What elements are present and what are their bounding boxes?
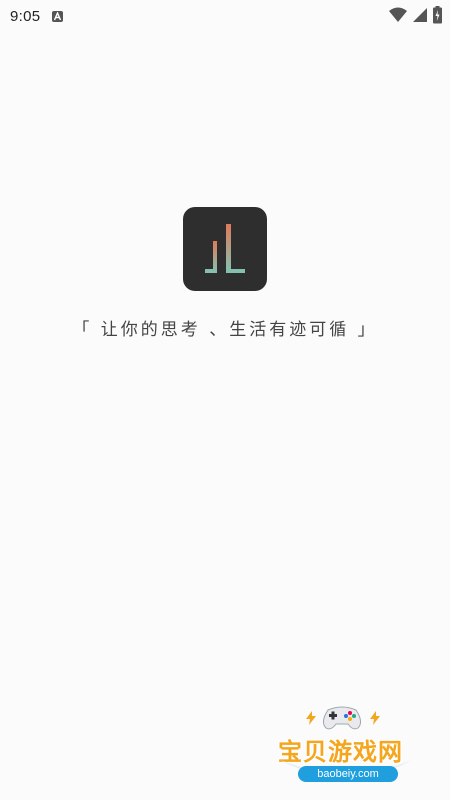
watermark-url: baobeiy.com <box>317 768 379 780</box>
splash-screen: 9:05 「 让你的思考 、生活有迹可循 」 宝贝游戏网 baobeiy.com <box>0 0 450 800</box>
lightning-icon <box>370 710 380 729</box>
lightning-icon <box>306 710 316 729</box>
a-notification-icon <box>52 10 64 22</box>
signal-icon <box>413 7 427 27</box>
app-logo-icon <box>183 207 267 291</box>
watermark-url-badge: baobeiy.com <box>298 766 398 782</box>
battery-icon <box>433 6 442 28</box>
status-icons <box>389 6 442 28</box>
status-time: 9:05 <box>10 7 41 25</box>
watermark: 宝贝游戏网 baobeiy.com <box>272 702 422 794</box>
status-bar: 9:05 <box>0 0 450 32</box>
tagline: 「 让你的思考 、生活有迹可循 」 <box>72 320 378 340</box>
wifi-icon <box>389 7 407 27</box>
